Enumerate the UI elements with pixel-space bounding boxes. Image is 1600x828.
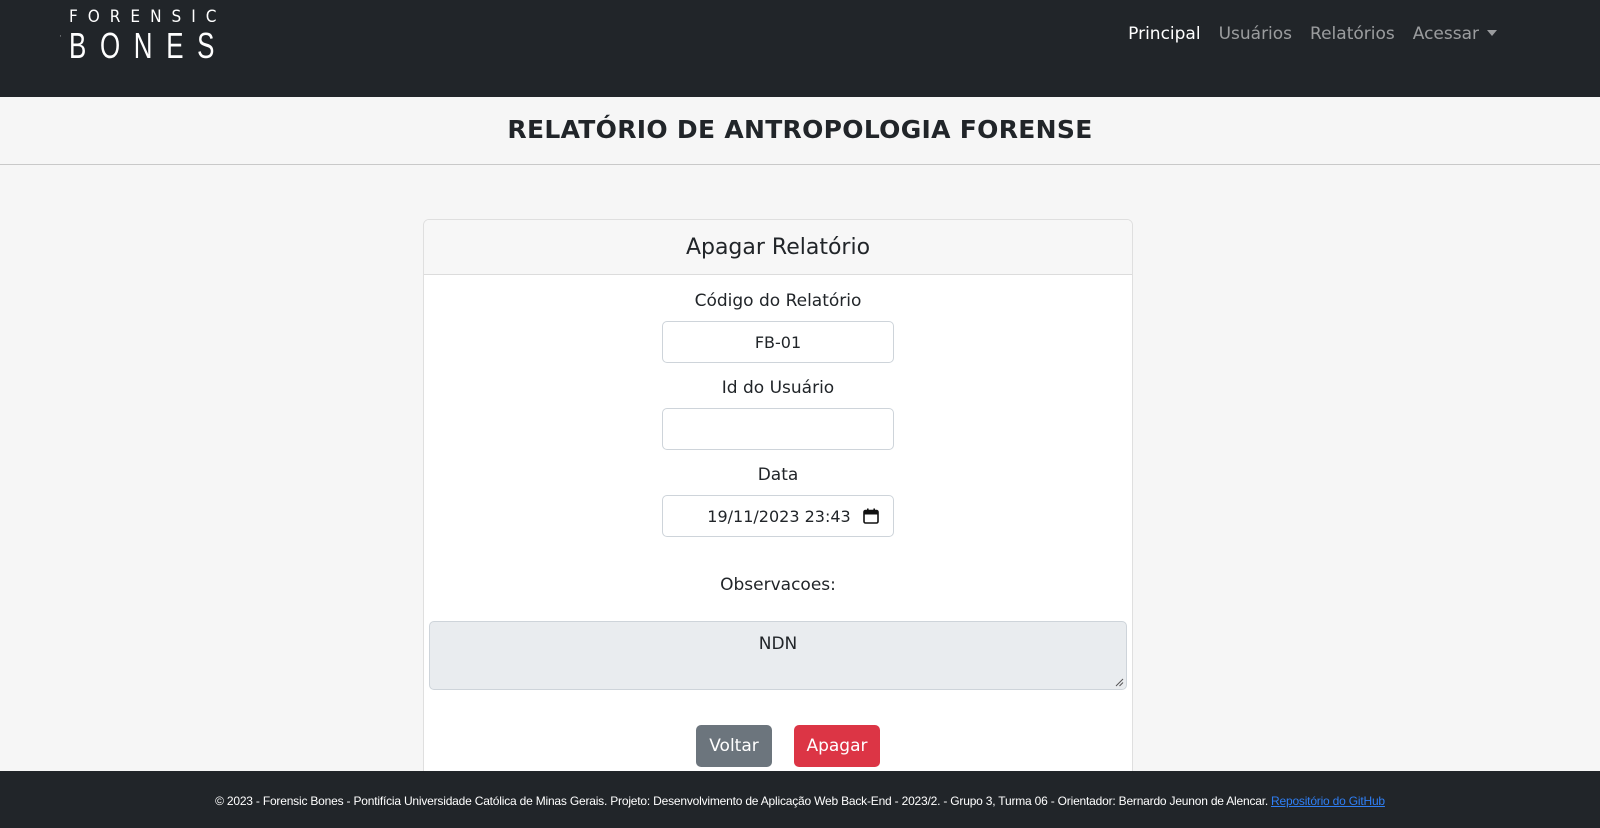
nav-dropdown-acessar[interactable]: Acessar: [1413, 24, 1497, 44]
observations-label: Observacoes:: [720, 575, 836, 595]
report-code-input[interactable]: [662, 321, 894, 363]
github-repo-link[interactable]: Repositório do GitHub: [1271, 794, 1385, 808]
page-header: RELATÓRIO DE ANTROPOLOGIA FORENSE: [0, 97, 1600, 165]
brand-text-top: FORENSIC: [68, 6, 227, 27]
brand-text: FORENSIC BONES: [68, 6, 290, 66]
report-code-label: Código do Relatório: [694, 291, 862, 311]
delete-button[interactable]: Apagar: [794, 725, 880, 767]
user-id-input[interactable]: [662, 408, 894, 450]
page-title: RELATÓRIO DE ANTROPOLOGIA FORENSE: [507, 115, 1093, 144]
observations-value: NDN: [758, 634, 798, 654]
delete-report-card: Apagar Relatório Código do Relatório Id …: [423, 219, 1133, 779]
brand-logo[interactable]: FORENSIC BONES: [60, 2, 290, 70]
user-id-label: Id do Usuário: [721, 378, 835, 398]
footer-text: © 2023 - Forensic Bones - Pontifícia Uni…: [215, 793, 1269, 808]
brand-text-bottom: BONES: [68, 24, 229, 66]
calendar-icon[interactable]: [863, 508, 879, 524]
nav-link-usuarios[interactable]: Usuários: [1219, 24, 1292, 44]
navbar: FORENSIC BONES Principal Usuários Relató…: [0, 0, 1600, 97]
resize-handle-icon[interactable]: [1114, 677, 1124, 687]
date-value: 19/11/2023 23:43: [707, 506, 851, 526]
back-button[interactable]: Voltar: [696, 725, 772, 767]
nav-link-principal[interactable]: Principal: [1128, 24, 1200, 44]
observations-textarea[interactable]: NDN: [429, 621, 1127, 690]
nav-link-relatorios[interactable]: Relatórios: [1310, 24, 1395, 44]
skull-icon: [60, 35, 61, 37]
nav-dropdown-label: Acessar: [1412, 24, 1479, 44]
card-header: Apagar Relatório: [424, 220, 1132, 275]
date-input[interactable]: 19/11/2023 23:43: [662, 495, 894, 537]
card-title: Apagar Relatório: [685, 234, 871, 260]
date-label: Data: [757, 465, 799, 485]
nav-links: Principal Usuários Relatórios Acessar: [1128, 20, 1497, 48]
caret-down-icon: [1487, 30, 1497, 36]
footer: © 2023 - Forensic Bones - Pontifícia Uni…: [0, 771, 1600, 828]
